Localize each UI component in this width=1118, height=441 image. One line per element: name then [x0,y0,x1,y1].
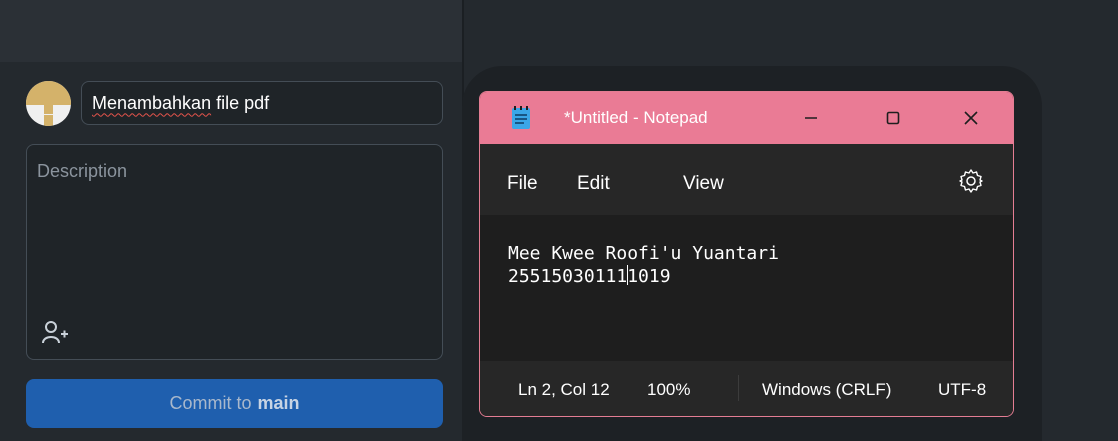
status-cursor-position: Ln 2, Col 12 [518,380,610,399]
window-title: *Untitled - Notepad [564,108,708,127]
commit-description-textarea[interactable]: Description [26,144,443,360]
summary-rest-text: file pdf [211,92,270,113]
text-before-caret: 25515030111 [508,266,628,287]
menu-view[interactable]: View [683,173,724,195]
notepad-statusbar: Ln 2, Col 12 100% Windows (CRLF) UTF-8 [480,361,1013,416]
gear-icon[interactable] [958,168,984,194]
status-line-ending: Windows (CRLF) [762,380,892,399]
user-avatar[interactable] [26,81,71,126]
changes-header [0,0,462,63]
text-line-2: 255150301111019 [508,265,671,287]
menu-file[interactable]: File [507,173,538,195]
avatar-collar [44,115,53,126]
commit-button[interactable]: Commit to main [26,379,443,428]
status-zoom: 100% [647,380,691,399]
notepad-icon [512,106,530,129]
menu-edit[interactable]: Edit [577,173,610,195]
text-line-1: Mee Kwee Roofi'u Yuantari [508,243,779,264]
notepad-titlebar[interactable]: *Untitled - Notepad [480,92,1013,144]
commit-branch-name: main [257,393,300,413]
status-separator [738,375,739,401]
add-coauthor-icon[interactable] [41,318,69,346]
status-encoding: UTF-8 [938,380,987,399]
commit-summary-input[interactable]: Menambahkan file pdf [81,81,443,125]
maximize-icon[interactable] [879,104,907,132]
text-after-caret: 1019 [627,266,671,287]
notepad-window: *Untitled - Notepad File Edit View Mee K… [479,91,1014,417]
minimize-icon[interactable] [797,104,825,132]
commit-button-label: Commit to [169,393,252,413]
avatar-notch [44,101,53,114]
notepad-text-area[interactable]: Mee Kwee Roofi'u Yuantari 25515030111101… [480,215,1013,361]
notepad-menubar: File Edit View [480,144,1013,215]
description-placeholder: Description [37,161,128,181]
summary-misspelled-word: Menambahkan [92,92,212,113]
close-icon[interactable] [957,104,985,132]
